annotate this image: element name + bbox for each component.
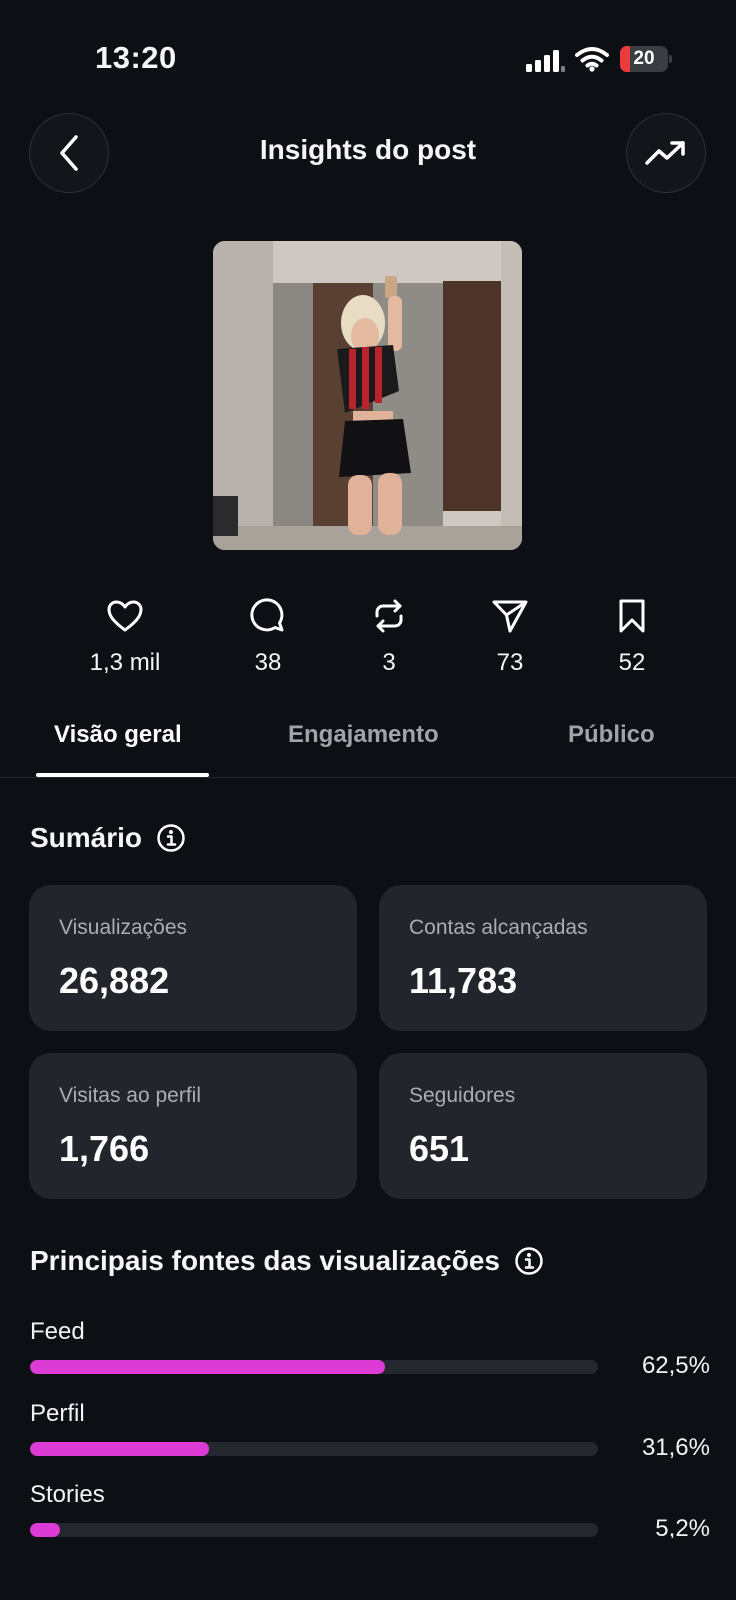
source-row-feed: Feed 62,5% bbox=[30, 1318, 710, 1392]
source-bar-track bbox=[30, 1523, 598, 1537]
followers-value: 651 bbox=[409, 1128, 470, 1169]
post-stats-row: 1,3 mil 38 3 73 52 bbox=[0, 595, 736, 685]
trend-button[interactable] bbox=[626, 113, 706, 193]
bookmark-icon bbox=[619, 599, 645, 633]
views-card[interactable]: Visualizações 26,882 bbox=[29, 885, 357, 1031]
reposts-stat: 3 bbox=[329, 595, 449, 677]
summary-heading: Sumário bbox=[30, 822, 186, 854]
battery-indicator: 20 bbox=[620, 46, 672, 72]
active-tab-indicator bbox=[36, 773, 209, 777]
source-bar-track bbox=[30, 1360, 598, 1374]
saves-count: 52 bbox=[618, 649, 646, 676]
info-icon[interactable] bbox=[514, 1246, 544, 1276]
reposts-count: 3 bbox=[382, 649, 396, 676]
shares-count: 73 bbox=[496, 649, 524, 676]
source-name: Perfil bbox=[30, 1400, 85, 1427]
likes-stat: 1,3 mil bbox=[65, 595, 185, 677]
source-bar bbox=[30, 1523, 60, 1537]
saves-stat: 52 bbox=[572, 595, 692, 677]
likes-count: 1,3 mil bbox=[89, 649, 161, 676]
profile-visits-label: Visitas ao perfil bbox=[59, 1084, 202, 1107]
insights-tabs: Visão geral Engajamento Público bbox=[0, 700, 736, 778]
source-row-profile: Perfil 31,6% bbox=[30, 1400, 710, 1474]
views-label: Visualizações bbox=[59, 916, 188, 939]
accounts-reached-value: 11,783 bbox=[409, 960, 518, 1001]
heart-icon bbox=[107, 600, 143, 632]
send-icon bbox=[492, 600, 528, 633]
info-icon[interactable] bbox=[156, 823, 186, 853]
view-sources-list: Feed 62,5% Perfil 31,6% Stories 5,2% bbox=[0, 1290, 736, 1538]
battery-level: 20 bbox=[633, 48, 655, 69]
repost-icon bbox=[375, 599, 403, 633]
accounts-reached-label: Contas alcançadas bbox=[409, 916, 588, 939]
post-photo bbox=[213, 241, 522, 550]
source-bar bbox=[30, 1360, 385, 1374]
source-name: Feed bbox=[30, 1318, 85, 1345]
source-percent: 62,5% bbox=[641, 1352, 710, 1379]
profile-visits-value: 1,766 bbox=[59, 1128, 150, 1169]
views-value: 26,882 bbox=[59, 960, 170, 1001]
source-bar-track bbox=[30, 1442, 598, 1456]
tab-engagement[interactable]: Engajamento bbox=[288, 721, 439, 749]
view-sources-title: Principais fontes das visualizações bbox=[30, 1245, 500, 1276]
post-thumbnail[interactable] bbox=[213, 241, 522, 550]
source-row-stories: Stories 5,2% bbox=[30, 1481, 710, 1538]
accounts-reached-card[interactable]: Contas alcançadas 11,783 bbox=[379, 885, 707, 1031]
followers-label: Seguidores bbox=[409, 1084, 516, 1107]
summary-title: Sumário bbox=[30, 822, 143, 853]
source-percent: 31,6% bbox=[641, 1434, 710, 1461]
comment-icon bbox=[250, 598, 284, 632]
tab-audience[interactable]: Público bbox=[568, 721, 655, 749]
status-time: 13:20 bbox=[95, 40, 177, 75]
tab-overview[interactable]: Visão geral bbox=[54, 721, 182, 749]
profile-visits-card[interactable]: Visitas ao perfil 1,766 bbox=[29, 1053, 357, 1199]
comments-count: 38 bbox=[254, 649, 282, 676]
source-name: Stories bbox=[30, 1481, 105, 1508]
trending-up-icon bbox=[645, 141, 685, 165]
followers-card[interactable]: Seguidores 651 bbox=[379, 1053, 707, 1199]
source-percent: 5,2% bbox=[655, 1515, 710, 1538]
wifi-icon bbox=[575, 47, 609, 72]
shares-stat: 73 bbox=[450, 595, 570, 677]
status-bar: 13:20 20 bbox=[0, 0, 736, 100]
source-bar bbox=[30, 1442, 210, 1456]
comments-stat: 38 bbox=[208, 595, 328, 677]
cellular-signal-icon bbox=[526, 50, 565, 72]
view-sources-heading: Principais fontes das visualizações bbox=[30, 1245, 544, 1277]
